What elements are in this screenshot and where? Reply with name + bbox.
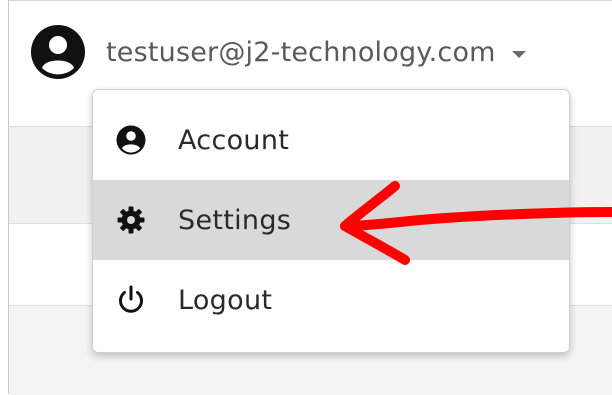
menu-item-label: Account: [178, 124, 290, 156]
menu-item-account[interactable]: Account: [93, 100, 569, 180]
menu-item-settings[interactable]: Settings: [93, 180, 569, 260]
gear-icon: [115, 204, 147, 236]
power-icon: [115, 284, 147, 316]
menu-item-label: Settings: [178, 204, 292, 236]
menu-item-label: Logout: [178, 284, 273, 316]
user-circle-icon: [30, 24, 86, 80]
page-frame: testuser@j2-technology.com Account Setti…: [0, 0, 612, 395]
user-circle-icon: [115, 124, 147, 156]
user-menu-trigger[interactable]: testuser@j2-technology.com: [30, 24, 526, 80]
menu-item-logout[interactable]: Logout: [93, 260, 569, 340]
frame-top-border: [8, 0, 612, 1]
user-dropdown-menu: Account Settings Logout: [92, 89, 570, 353]
chevron-down-icon[interactable]: [511, 50, 526, 58]
user-email: testuser@j2-technology.com: [106, 36, 496, 68]
